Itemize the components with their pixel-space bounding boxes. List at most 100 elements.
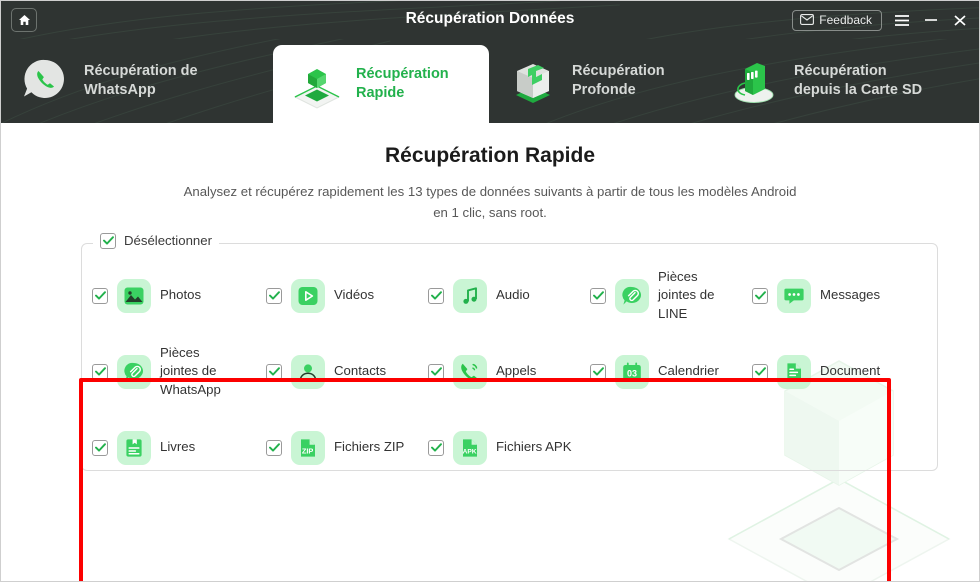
- close-button[interactable]: [951, 10, 969, 30]
- data-type-audio[interactable]: Audio: [428, 278, 590, 313]
- deselect-all-control[interactable]: Désélectionner: [93, 232, 219, 249]
- tab-sd-card-recovery[interactable]: Récupération depuis la Carte SD: [711, 39, 977, 123]
- calls-icon: [453, 354, 487, 389]
- checkmark-icon: [754, 367, 766, 376]
- deselect-all-checkbox[interactable]: [100, 232, 116, 249]
- books-label: Livres: [160, 439, 196, 455]
- messages-checkbox[interactable]: [752, 287, 768, 304]
- title-bar: Récupération Données Feedback: [1, 1, 979, 39]
- books-icon: [117, 430, 151, 465]
- tab-quick-recovery[interactable]: Récupération Rapide: [273, 45, 489, 123]
- photos-checkbox[interactable]: [92, 287, 108, 304]
- checkmark-icon: [592, 367, 604, 376]
- data-type-contacts[interactable]: Contacts: [266, 354, 428, 389]
- checkmark-icon: [430, 443, 442, 452]
- tab-deep-line1: Récupération: [572, 62, 665, 79]
- apk-files-checkbox[interactable]: [428, 439, 444, 456]
- whatsapp-attachments-label: Pièces jointes de WhatsApp: [160, 344, 221, 398]
- tab-quick-line2: Rapide: [356, 85, 405, 101]
- audio-label: Audio: [496, 287, 530, 303]
- calendar-icon: 03: [615, 354, 649, 389]
- minimize-button[interactable]: [922, 10, 940, 30]
- messages-icon: [777, 278, 811, 313]
- application-window: Récupération Données Feedback Récupérati…: [0, 0, 980, 582]
- calls-checkbox[interactable]: [428, 363, 444, 380]
- data-types-row: Pièces jointes de WhatsApp Contacts Appe…: [92, 334, 933, 410]
- page-description: Analysez et récupérez rapidement les 13 …: [1, 181, 979, 224]
- data-types-fieldset: Désélectionner Photos Vidéos Audio Pièce…: [81, 232, 938, 471]
- contacts-checkbox[interactable]: [266, 363, 282, 380]
- tab-deep-label: Récupération Profonde: [572, 62, 665, 100]
- checkmark-icon: [430, 291, 442, 300]
- data-type-document[interactable]: Document: [752, 354, 912, 389]
- tab-quick-label: Récupération Rapide: [356, 65, 449, 103]
- envelope-icon: [800, 14, 815, 25]
- tab-deep-line2: Profonde: [572, 82, 636, 98]
- books-checkbox[interactable]: [92, 439, 108, 456]
- messages-label: Messages: [820, 287, 881, 303]
- zip-files-checkbox[interactable]: [266, 439, 282, 456]
- menu-button[interactable]: [893, 10, 911, 30]
- data-type-calendar[interactable]: 03 Calendrier: [590, 354, 752, 389]
- data-type-line-attachments[interactable]: Pièces jointes de LINE: [590, 268, 752, 324]
- tab-whatsapp-recovery[interactable]: Récupération de WhatsApp: [1, 39, 273, 123]
- feedback-button[interactable]: Feedback: [792, 9, 882, 31]
- document-icon: [777, 354, 811, 389]
- data-type-videos[interactable]: Vidéos: [266, 278, 428, 313]
- data-type-calls[interactable]: Appels: [428, 354, 590, 389]
- tab-whatsapp-line1: Récupération de: [84, 62, 198, 79]
- sd-card-recovery-icon: [727, 53, 783, 109]
- photos-icon: [117, 278, 151, 313]
- tab-quick-line1: Récupération: [356, 65, 449, 82]
- apk-label-text: APK: [463, 448, 477, 455]
- data-type-apk-files[interactable]: APK Fichiers APK: [428, 430, 590, 465]
- audio-icon: [453, 278, 487, 313]
- document-label: Document: [820, 363, 881, 379]
- data-type-zip-files[interactable]: ZIP Fichiers ZIP: [266, 430, 428, 465]
- calendar-checkbox[interactable]: [590, 363, 606, 380]
- quick-recovery-cube-icon: [289, 56, 345, 112]
- checkmark-icon: [268, 443, 280, 452]
- audio-checkbox[interactable]: [428, 287, 444, 304]
- minimize-icon: [925, 19, 937, 21]
- deselect-all-label: Désélectionner: [124, 233, 212, 249]
- data-type-photos[interactable]: Photos: [92, 278, 266, 313]
- close-icon: [954, 14, 966, 26]
- tab-sd-line2: depuis la Carte SD: [794, 82, 923, 98]
- tab-whatsapp-line2: WhatsApp: [84, 82, 156, 98]
- document-checkbox[interactable]: [752, 363, 768, 380]
- data-type-whatsapp-attachments[interactable]: Pièces jointes de WhatsApp: [92, 344, 266, 400]
- data-types-row: Livres ZIP Fichiers ZIP APK Fichiers APK: [92, 410, 933, 486]
- tab-whatsapp-label: Récupération de WhatsApp: [84, 62, 198, 100]
- apk-files-icon: APK: [453, 430, 487, 465]
- whatsapp-recovery-icon: [17, 53, 73, 109]
- videos-icon: [291, 278, 325, 313]
- data-type-books[interactable]: Livres: [92, 430, 266, 465]
- data-types-section: Désélectionner Photos Vidéos Audio Pièce…: [81, 232, 938, 471]
- contacts-label: Contacts: [334, 363, 387, 379]
- calendar-day-text: 03: [627, 368, 637, 378]
- page-description-line1: Analysez et récupérez rapidement les 13 …: [183, 184, 797, 199]
- apk-files-label: Fichiers APK: [496, 439, 572, 455]
- photos-label: Photos: [160, 287, 202, 303]
- checkmark-icon: [94, 291, 106, 300]
- calls-label: Appels: [496, 363, 537, 379]
- hamburger-menu-icon: [895, 14, 909, 26]
- line-attachments-checkbox[interactable]: [590, 287, 606, 304]
- checkmark-icon: [754, 291, 766, 300]
- videos-checkbox[interactable]: [266, 287, 282, 304]
- page-description-line2: en 1 clic, sans root.: [433, 205, 547, 221]
- tab-deep-recovery[interactable]: Récupération Profonde: [489, 39, 711, 123]
- window-controls: Feedback: [792, 1, 969, 39]
- checkmark-icon: [268, 291, 280, 300]
- data-type-messages[interactable]: Messages: [752, 278, 912, 313]
- checkmark-icon: [102, 236, 114, 245]
- videos-label: Vidéos: [334, 287, 375, 303]
- checkmark-icon: [268, 367, 280, 376]
- whatsapp-attachments-checkbox[interactable]: [92, 363, 108, 380]
- checkmark-icon: [592, 291, 604, 300]
- data-types-grid: Photos Vidéos Audio Pièces jointes de LI…: [82, 258, 937, 486]
- checkmark-icon: [94, 367, 106, 376]
- page-title: Récupération Rapide: [384, 144, 596, 167]
- whatsapp-attachments-icon: [117, 354, 151, 389]
